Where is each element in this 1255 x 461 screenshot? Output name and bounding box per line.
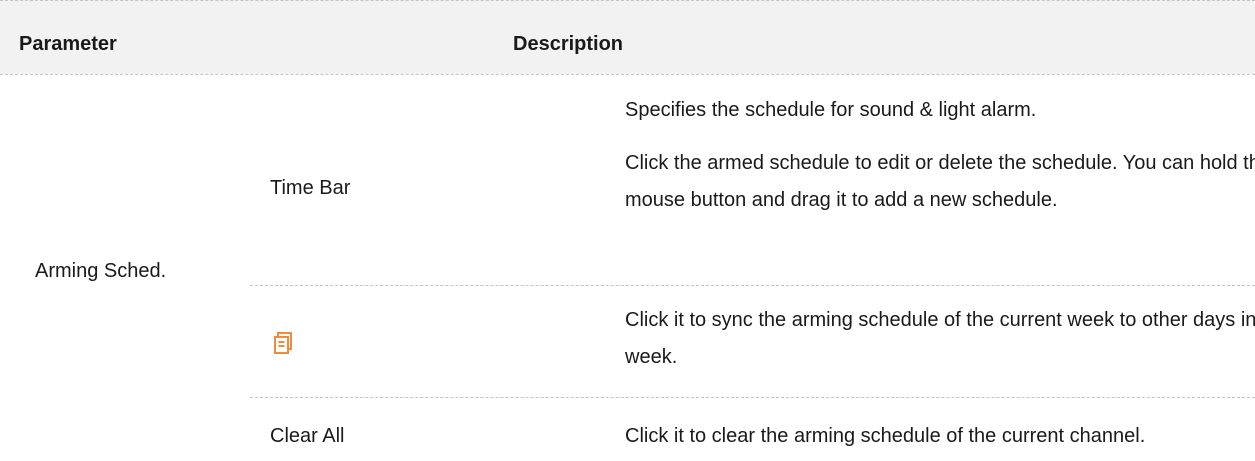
copy-schedule-icon-glyph (274, 332, 292, 354)
row-divider-2 (250, 397, 1255, 398)
header-description: Description (513, 33, 624, 55)
copy-schedule-icon[interactable] (274, 332, 292, 354)
row-sync-description: Click it to sync the arming schedule of … (625, 302, 1255, 376)
row-time-bar-description: Specifies the schedule for sound & light… (625, 92, 1255, 219)
parameter-table: Parameter Description Arming Sched. Time… (0, 0, 1255, 461)
sync-description-line-1: Click it to sync the arming schedule of … (625, 309, 1255, 368)
table-top-border (0, 0, 1255, 1)
row-divider-1 (250, 285, 1255, 286)
header-divider (0, 74, 1255, 75)
clear-all-description-line-1: Click it to clear the arming schedule of… (625, 425, 1146, 447)
group-label-arming-sched: Arming Sched. (35, 260, 167, 282)
row-clear-all-description: Click it to clear the arming schedule of… (625, 418, 1255, 455)
table-header (0, 0, 1255, 74)
time-bar-description-line-2: Click the armed schedule to edit or dele… (625, 152, 1255, 211)
header-parameter: Parameter (19, 33, 117, 55)
row-time-bar-name: Time Bar (270, 177, 351, 199)
time-bar-description-line-1: Specifies the schedule for sound & light… (625, 99, 1037, 121)
row-clear-all-name: Clear All (270, 425, 345, 447)
